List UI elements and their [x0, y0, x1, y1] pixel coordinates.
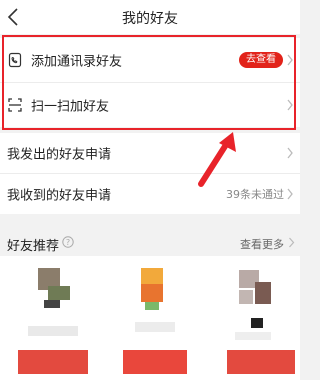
avatar: [48, 286, 70, 300]
avatar: [44, 300, 60, 308]
friend-recommend-card[interactable]: [215, 256, 305, 380]
blurred-add-button[interactable]: [18, 350, 88, 374]
blurred-add-button[interactable]: [123, 350, 187, 374]
avatar: [255, 282, 271, 304]
avatar: [141, 268, 163, 284]
blurred-name: [251, 318, 263, 328]
chevron-right-icon[interactable]: [288, 237, 295, 248]
friend-recommend-card[interactable]: [10, 256, 100, 380]
chevron-right-icon: [287, 188, 293, 200]
svg-text:?: ?: [66, 238, 70, 247]
blurred-name: [235, 332, 271, 340]
sent-requests-row[interactable]: 我发出的好友申请: [0, 133, 300, 173]
avatar: [145, 302, 159, 310]
sent-requests-label: 我发出的好友申请: [7, 147, 112, 163]
blurred-name: [135, 322, 175, 332]
nav-bar: 我的好友: [0, 0, 300, 34]
avatar: [141, 284, 163, 302]
received-requests-row[interactable]: 我收到的好友申请 39条未通过: [0, 174, 300, 214]
recommend-panel: [0, 256, 300, 380]
page-title: 我的好友: [122, 11, 178, 27]
friend-recommend-card[interactable]: [115, 256, 205, 380]
annotation-arrow: [198, 132, 236, 187]
help-icon[interactable]: ?: [62, 236, 74, 248]
recommend-section-title: 好友推荐: [7, 239, 60, 254]
blurred-name: [28, 326, 78, 336]
blurred-add-button[interactable]: [227, 350, 295, 374]
view-more-link[interactable]: 查看更多: [240, 236, 284, 252]
chevron-right-icon: [287, 147, 293, 159]
received-requests-label: 我收到的好友申请: [7, 188, 112, 204]
avatar: [239, 290, 253, 304]
annotation-highlight-box: [2, 35, 296, 130]
